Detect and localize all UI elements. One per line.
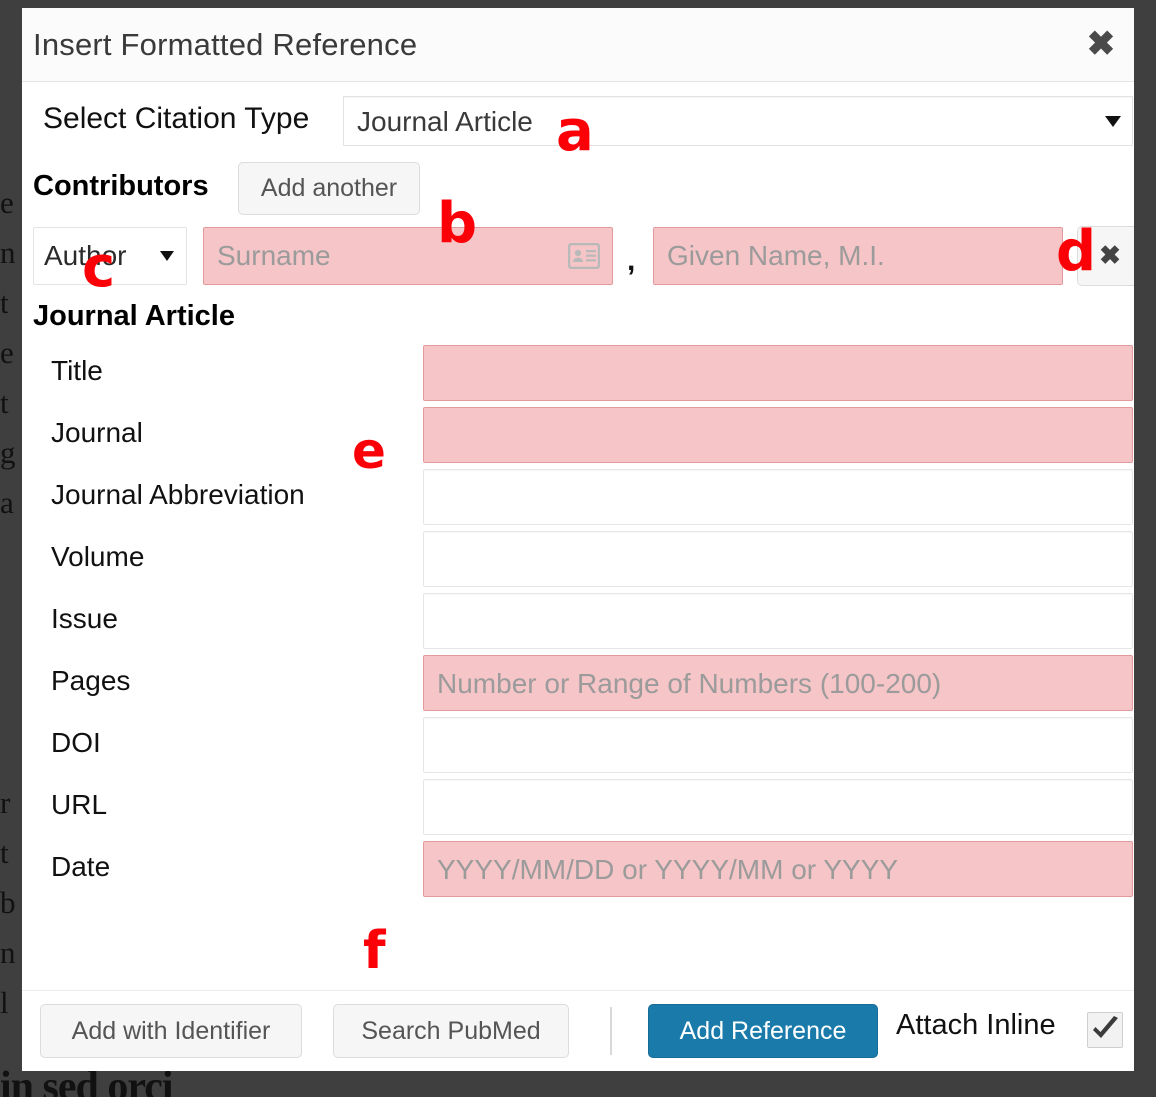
field-label: DOI xyxy=(51,727,101,759)
field-list: Title Journal Journal Abbreviation xyxy=(33,342,1123,900)
annotation-f: f xyxy=(363,925,386,977)
annotation-a: a xyxy=(556,104,594,160)
field-label: Issue xyxy=(51,603,118,635)
date-field[interactable]: YYYY/MM/DD or YYYY/MM or YYYY xyxy=(423,841,1133,897)
contributor-row: Author Surname xyxy=(33,218,1123,294)
page-root: e n t e t g a r t b n l s u c in sed orc… xyxy=(0,0,1156,1097)
field-label: Date xyxy=(51,851,110,883)
citation-type-label: Select Citation Type xyxy=(43,102,309,136)
field-label: Journal xyxy=(51,417,143,449)
address-card-icon[interactable] xyxy=(568,243,600,269)
field-row-issue: Issue xyxy=(33,590,1123,652)
dialog-titlebar: Insert Formatted Reference ✖ xyxy=(22,8,1134,82)
field-row-title: Title xyxy=(33,342,1123,404)
search-pubmed-button[interactable]: Search PubMed xyxy=(333,1004,569,1058)
add-another-button[interactable]: Add another xyxy=(238,162,420,215)
annotation-c: c xyxy=(82,240,115,296)
field-placeholder: YYYY/MM/DD or YYYY/MM or YYYY xyxy=(437,854,898,886)
issue-field[interactable] xyxy=(423,593,1133,649)
pages-field[interactable]: Number or Range of Numbers (100-200) xyxy=(423,655,1133,711)
title-field[interactable] xyxy=(423,345,1133,401)
field-row-doi: DOI xyxy=(33,714,1123,776)
citation-type-value: Journal Article xyxy=(357,106,533,138)
doi-field[interactable] xyxy=(423,717,1133,773)
field-label: URL xyxy=(51,789,107,821)
field-row-volume: Volume xyxy=(33,528,1123,590)
field-row-url: URL xyxy=(33,776,1123,838)
surname-placeholder: Surname xyxy=(217,240,331,272)
insert-formatted-reference-dialog: Insert Formatted Reference ✖ Select Cita… xyxy=(22,8,1134,1071)
attach-inline-label: Attach Inline xyxy=(896,1009,1056,1042)
annotation-e: e xyxy=(352,426,386,476)
chevron-down-icon xyxy=(1105,116,1121,127)
given-name-input[interactable]: Given Name, M.I. xyxy=(653,227,1063,285)
field-label: Title xyxy=(51,355,103,387)
dialog-title: Insert Formatted Reference xyxy=(33,27,417,63)
field-label: Pages xyxy=(51,665,130,697)
field-row-journal-abbreviation: Journal Abbreviation xyxy=(33,466,1123,528)
annotation-b: b xyxy=(437,196,477,252)
field-label: Volume xyxy=(51,541,144,573)
field-label: Journal Abbreviation xyxy=(51,479,305,511)
contributors-header: Contributors Add another xyxy=(33,156,1123,218)
close-icon[interactable]: ✖ xyxy=(1080,24,1122,66)
name-separator: , xyxy=(627,244,635,278)
citation-type-select[interactable]: Journal Article xyxy=(343,96,1133,146)
attach-inline-checkbox[interactable] xyxy=(1087,1012,1123,1048)
field-row-date: Date YYYY/MM/DD or YYYY/MM or YYYY xyxy=(33,838,1123,900)
contributors-heading: Contributors xyxy=(33,170,209,203)
chevron-down-icon xyxy=(160,251,174,261)
field-row-pages: Pages Number or Range of Numbers (100-20… xyxy=(33,652,1123,714)
dialog-footer: Add with Identifier Search PubMed Add Re… xyxy=(22,990,1134,1071)
surname-input[interactable]: Surname xyxy=(203,227,613,285)
section-heading: Journal Article xyxy=(33,294,1123,342)
volume-field[interactable] xyxy=(423,531,1133,587)
add-reference-button[interactable]: Add Reference xyxy=(648,1004,878,1058)
field-placeholder: Number or Range of Numbers (100-200) xyxy=(437,668,941,700)
dialog-body: Select Citation Type Journal Article Con… xyxy=(22,82,1134,900)
journal-abbreviation-field[interactable] xyxy=(423,469,1133,525)
annotation-d: d xyxy=(1056,224,1096,280)
journal-field[interactable] xyxy=(423,407,1133,463)
url-field[interactable] xyxy=(423,779,1133,835)
add-with-identifier-button[interactable]: Add with Identifier xyxy=(40,1004,302,1058)
given-name-placeholder: Given Name, M.I. xyxy=(667,240,885,272)
footer-divider xyxy=(610,1007,612,1055)
field-row-journal: Journal xyxy=(33,404,1123,466)
